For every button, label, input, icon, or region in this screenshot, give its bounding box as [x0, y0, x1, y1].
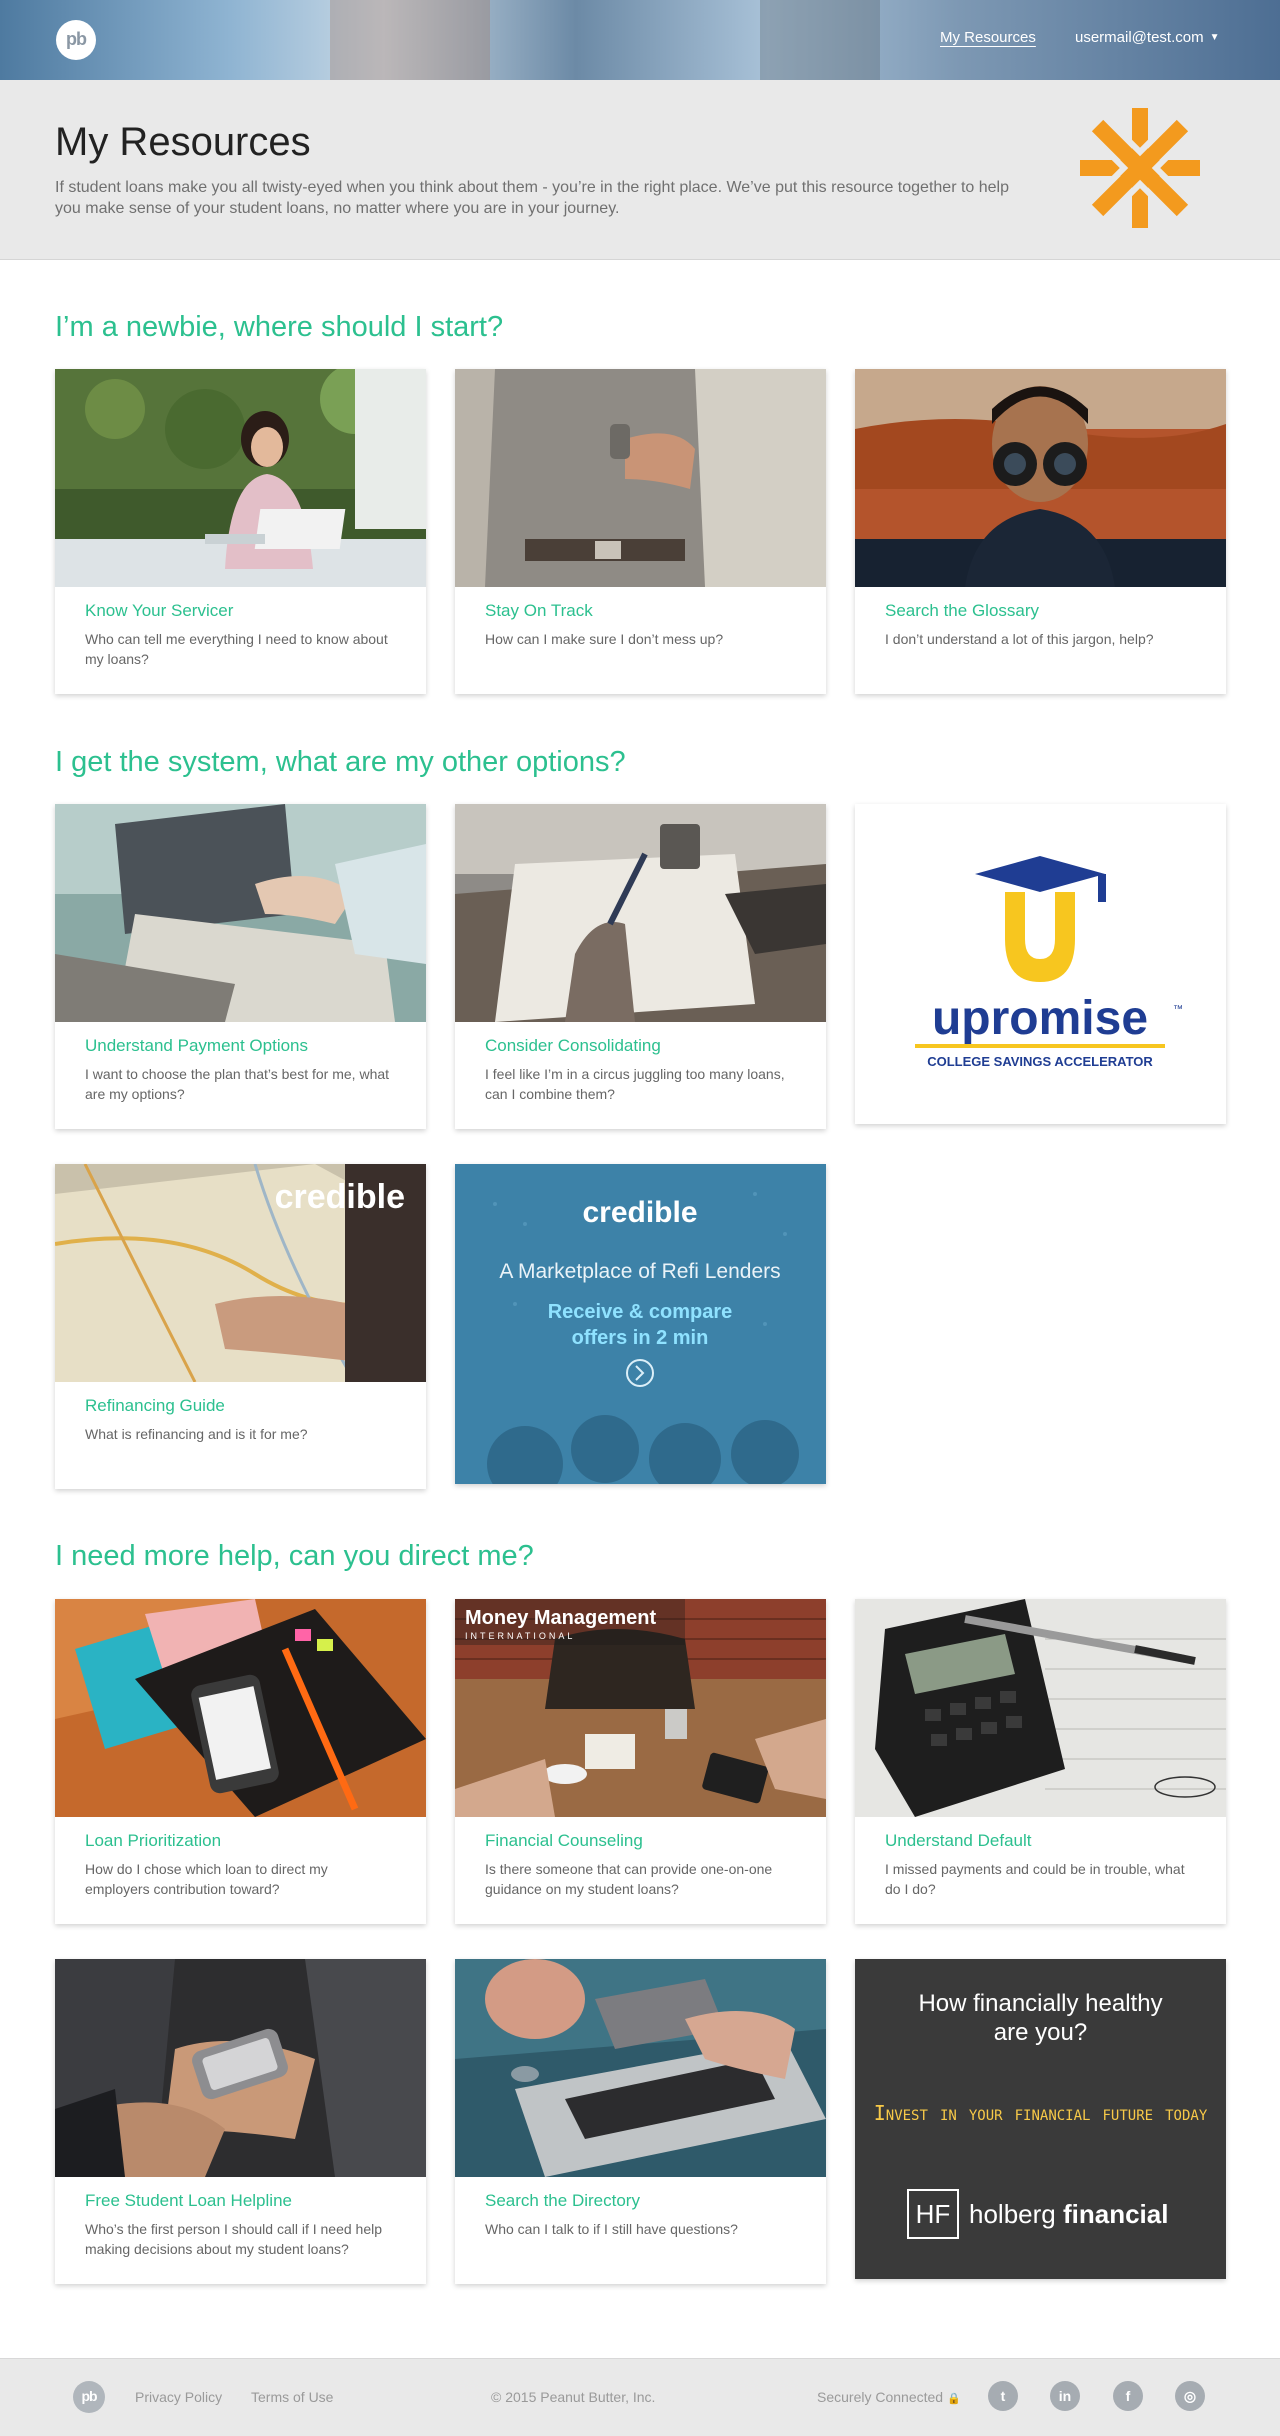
- holberg-hf-logo: HF: [907, 2189, 959, 2239]
- card-title: Know Your Servicer: [85, 601, 234, 620]
- card-description: What is refinancing and is it for me?: [85, 1426, 308, 1442]
- card-title: Free Student Loan Helpline: [85, 2191, 292, 2210]
- credible-headline: A Marketplace of Refi Lenders: [499, 1260, 780, 1283]
- securely-connected-label: Securely Connected: [817, 2389, 944, 2405]
- copyright-text: © 2015 Peanut Butter, Inc.: [491, 2389, 656, 2405]
- card-image: [55, 804, 426, 1022]
- card-description: Is there someone that can provide one-on…: [485, 1861, 773, 1897]
- holberg-wordmark: holberg financial: [969, 2199, 1168, 2230]
- header-background-photo: [330, 0, 490, 80]
- card-image: [55, 1959, 426, 2177]
- card-image: [855, 369, 1226, 587]
- card-image: Money Management INTERNATIONAL: [455, 1599, 826, 1817]
- page-description: If student loans make you all twisty-eye…: [55, 179, 1009, 217]
- footer-logo[interactable]: pb: [73, 2381, 105, 2413]
- peanut-butter-logo[interactable]: pb: [56, 20, 96, 60]
- holberg-financial-ad[interactable]: How financially healthy are you? Invest …: [855, 1959, 1226, 2279]
- nav-my-resources[interactable]: My Resources: [940, 29, 1036, 46]
- upromise-trademark: ™: [1173, 1004, 1183, 1015]
- holberg-wordmark-1: holberg: [969, 2199, 1056, 2229]
- privacy-policy-link[interactable]: Privacy Policy: [135, 2389, 222, 2405]
- holberg-question-line-2: are you?: [993, 2019, 1088, 2046]
- card-financial-counseling[interactable]: Money Management INTERNATIONAL Financial…: [455, 1599, 826, 1924]
- card-title: Understand Default: [885, 1831, 1032, 1850]
- card-description: Who can I talk to if I still have questi…: [485, 2221, 738, 2237]
- upromise-wordmark: upromise: [932, 992, 1148, 1045]
- page-title: My Resources: [55, 120, 311, 164]
- caret-down-icon: ▼: [1209, 32, 1220, 43]
- card-description: I missed payments and could be in troubl…: [885, 1861, 1185, 1897]
- securely-connected: Securely Connected 🔒: [817, 2389, 961, 2405]
- section-title-newbie: I’m a newbie, where should I start?: [55, 311, 504, 343]
- card-refinancing-guide[interactable]: credible Refinancing Guide What is refin…: [55, 1164, 426, 1489]
- card-image: [55, 1599, 426, 1817]
- section-title-more-help: I need more help, can you direct me?: [55, 1540, 534, 1572]
- card-image: [455, 369, 826, 587]
- card-description: How can I make sure I don’t mess up?: [485, 631, 724, 647]
- credible-subline-1: Receive & compare: [548, 1301, 733, 1323]
- linkedin-icon[interactable]: in: [1050, 2381, 1080, 2411]
- card-loan-prioritization[interactable]: Loan Prioritization How do I chose which…: [55, 1599, 426, 1924]
- card-image: [455, 1959, 826, 2177]
- card-know-your-servicer[interactable]: Know Your Servicer Who can tell me every…: [55, 369, 426, 694]
- card-title: Search the Glossary: [885, 601, 1040, 620]
- card-free-helpline[interactable]: Free Student Loan Helpline Who’s the fir…: [55, 1959, 426, 2284]
- card-description: Who’s the first person I should call if …: [85, 2221, 383, 2257]
- card-description: I feel like I’m in a circus juggling too…: [485, 1066, 785, 1102]
- card-stay-on-track[interactable]: Stay On Track How can I make sure I don’…: [455, 369, 826, 694]
- holberg-wordmark-2: financial: [1062, 2199, 1169, 2229]
- user-email: usermail@test.com: [1075, 29, 1204, 46]
- card-title: Financial Counseling: [485, 1831, 643, 1850]
- card-image: [855, 1599, 1226, 1817]
- card-description: How do I chose which loan to direct my e…: [85, 1861, 328, 1897]
- page-header: My Resources If student loans make you a…: [0, 80, 1280, 260]
- header-background-photo: [760, 0, 880, 80]
- holberg-question-line-1: How financially healthy: [918, 1990, 1163, 2017]
- credible-logo: credible: [582, 1196, 697, 1229]
- card-title: Understand Payment Options: [85, 1036, 309, 1055]
- instagram-icon[interactable]: ◎: [1175, 2381, 1205, 2411]
- card-consider-consolidating[interactable]: Consider Consolidating I feel like I’m i…: [455, 804, 826, 1129]
- credible-subline-2: offers in 2 min: [572, 1327, 709, 1349]
- money-management-logo: Money Management: [465, 1607, 656, 1629]
- holberg-cta: Invest in your financial future today: [873, 2101, 1208, 2125]
- card-image: [455, 804, 826, 1022]
- card-description: I don’t understand a lot of this jargon,…: [885, 631, 1154, 647]
- lock-icon: 🔒: [946, 2393, 961, 2405]
- card-image: credible: [55, 1164, 426, 1382]
- card-description: Who can tell me everything I need to kno…: [85, 631, 388, 667]
- terms-of-use-link[interactable]: Terms of Use: [251, 2389, 333, 2405]
- card-description: I want to choose the plan that’s best fo…: [85, 1066, 390, 1102]
- card-image: [55, 369, 426, 587]
- card-title: Stay On Track: [485, 601, 593, 620]
- money-management-sub: INTERNATIONAL: [465, 1631, 575, 1641]
- twitter-icon[interactable]: t: [988, 2381, 1018, 2411]
- card-title: Refinancing Guide: [85, 1396, 225, 1415]
- brand-asterisk-icon: [1080, 108, 1200, 228]
- card-search-directory[interactable]: Search the Directory Who can I talk to i…: [455, 1959, 826, 2284]
- credible-logo: credible: [275, 1178, 405, 1216]
- card-title: Search the Directory: [485, 2191, 640, 2210]
- card-understand-default[interactable]: Understand Default I missed payments and…: [855, 1599, 1226, 1924]
- credible-ad[interactable]: credible A Marketplace of Refi Lenders R…: [455, 1164, 826, 1484]
- section-title-options: I get the system, what are my other opti…: [55, 746, 626, 778]
- footer: pb Privacy Policy Terms of Use © 2015 Pe…: [0, 2358, 1280, 2436]
- user-menu[interactable]: usermail@test.com ▼: [1075, 29, 1220, 46]
- top-navigation: pb My Resources usermail@test.com ▼: [0, 0, 1280, 80]
- facebook-icon[interactable]: f: [1113, 2381, 1143, 2411]
- upromise-ad[interactable]: upromise ™ COLLEGE SAVINGS ACCELERATOR: [855, 804, 1226, 1124]
- card-payment-options[interactable]: Understand Payment Options I want to cho…: [55, 804, 426, 1129]
- upromise-tagline: COLLEGE SAVINGS ACCELERATOR: [927, 1054, 1153, 1069]
- card-title: Loan Prioritization: [85, 1831, 222, 1850]
- upromise-logo: upromise ™ COLLEGE SAVINGS ACCELERATOR: [915, 856, 1183, 1069]
- card-search-glossary[interactable]: Search the Glossary I don’t understand a…: [855, 369, 1226, 694]
- card-title: Consider Consolidating: [485, 1036, 661, 1055]
